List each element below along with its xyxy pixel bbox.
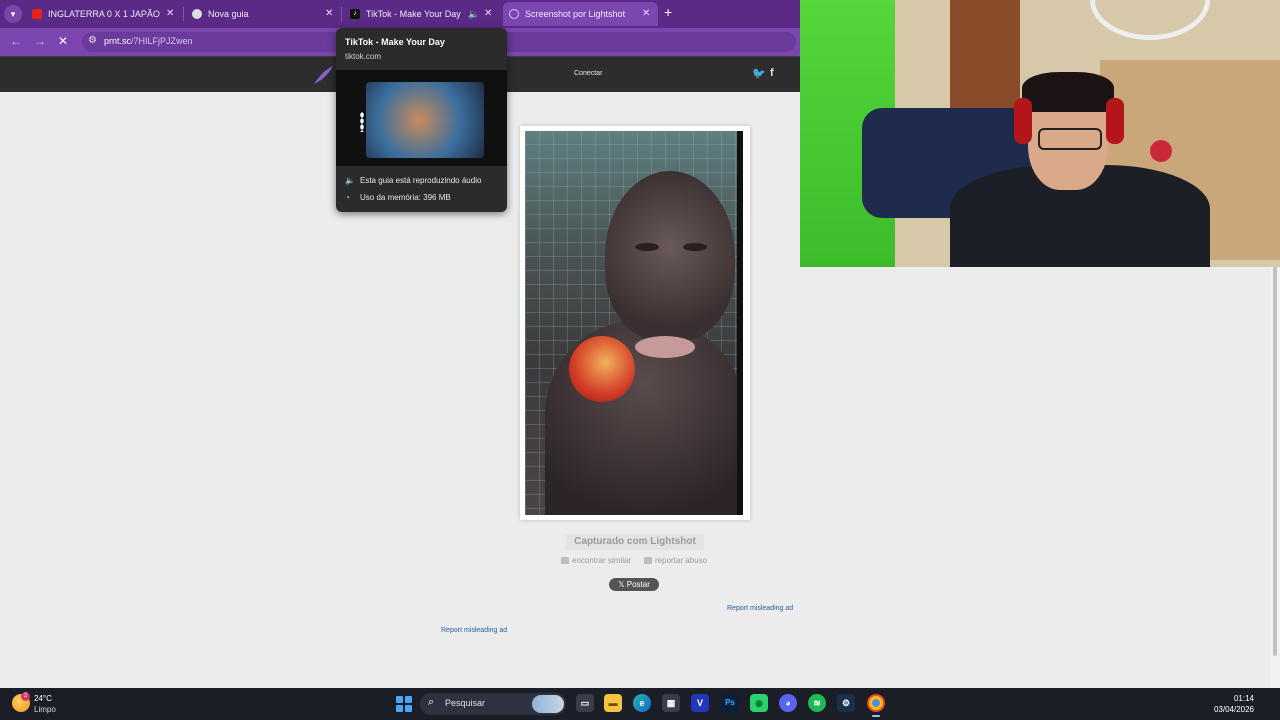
system-clock[interactable]: 01:14 03/04/2026 bbox=[1214, 693, 1254, 715]
search-placeholder: Pesquisar bbox=[445, 698, 486, 708]
screenshot-image[interactable] bbox=[525, 131, 743, 515]
memory-icon: ◔ bbox=[345, 193, 350, 202]
search-highlight-image bbox=[532, 695, 564, 713]
hover-card-title: TikTok - Make Your Day bbox=[345, 37, 445, 47]
twitter-icon[interactable]: 🐦 bbox=[752, 67, 766, 80]
chrome-icon bbox=[192, 9, 202, 19]
audio-status: 🔈 Esta guia está reproduzindo áudio bbox=[345, 176, 481, 185]
report-ad-link[interactable]: Report misleading ad bbox=[441, 627, 507, 634]
taskbar-search[interactable]: ⌕ Pesquisar bbox=[420, 693, 566, 715]
search-icon: ⌕ bbox=[428, 696, 435, 708]
gorilla-eye bbox=[635, 243, 659, 251]
back-icon[interactable]: ← bbox=[10, 34, 22, 48]
close-tab-icon[interactable]: ✕ bbox=[642, 2, 650, 26]
hover-card-thumbnail bbox=[336, 70, 507, 166]
report-abuse-link[interactable]: reportar abuso bbox=[644, 556, 707, 565]
captured-caption: Capturado com Lightshot bbox=[566, 534, 704, 550]
headset bbox=[1106, 98, 1124, 144]
tab-divider bbox=[341, 7, 342, 21]
app-green-icon[interactable]: ◉ bbox=[750, 694, 768, 712]
windows-start-icon[interactable] bbox=[396, 696, 412, 712]
report-ad-link[interactable]: Report misleading ad bbox=[727, 605, 793, 612]
url-path: /7HILFjPJZwen bbox=[131, 36, 193, 46]
gorilla-head bbox=[605, 171, 735, 341]
stop-loading-icon[interactable]: ✕ bbox=[58, 34, 68, 48]
trash-icon bbox=[644, 557, 652, 564]
tab-search-menu-icon[interactable]: ▾ bbox=[4, 5, 22, 23]
dots-indicator bbox=[360, 112, 364, 132]
room-door bbox=[950, 0, 1020, 120]
find-similar-label: encontrar similar bbox=[572, 556, 632, 565]
forward-icon[interactable]: → bbox=[34, 34, 46, 48]
tab-label: INGLATERRA 0 X 1 JAPÃO | ME bbox=[48, 9, 160, 19]
close-tab-icon[interactable]: ✕ bbox=[325, 2, 333, 26]
apple bbox=[1150, 140, 1172, 162]
image-icon bbox=[561, 557, 569, 564]
notification-badge: 2 bbox=[21, 692, 30, 701]
thumbnail-image bbox=[366, 82, 484, 158]
clock-date: 03/04/2026 bbox=[1213, 705, 1254, 714]
apple bbox=[569, 336, 635, 402]
find-similar-link[interactable]: encontrar similar bbox=[561, 556, 631, 565]
file-explorer-icon[interactable]: ▬ bbox=[604, 694, 622, 712]
post-on-x-button[interactable]: 𝕏 Postar bbox=[609, 578, 659, 591]
lightshot-logo-icon[interactable] bbox=[312, 65, 334, 85]
url-text[interactable]: prnt.sc/7HILFjPJZwen bbox=[104, 36, 193, 46]
tab-lightshot[interactable]: Screenshot por Lightshot ✕ bbox=[503, 2, 658, 26]
headset bbox=[1014, 98, 1032, 144]
glasses bbox=[1038, 128, 1102, 150]
hover-card-host: tiktok.com bbox=[345, 52, 382, 61]
tab-divider bbox=[183, 7, 184, 21]
chrome-icon[interactable] bbox=[867, 694, 885, 717]
report-abuse-label: reportar abuso bbox=[655, 556, 708, 565]
weather-description[interactable]: Limpo bbox=[34, 705, 56, 714]
steam-icon[interactable]: ⚙ bbox=[837, 694, 855, 712]
memory-status-text: Uso da memória: 396 MB bbox=[360, 193, 451, 202]
close-tab-icon[interactable]: ✕ bbox=[166, 2, 174, 26]
browser-tab-bar: ▾ INGLATERRA 0 X 1 JAPÃO | ME ✕ Nova gui… bbox=[0, 0, 800, 28]
windows-taskbar: 2 24°C Limpo ⌕ Pesquisar ▭ ▬ e ▦ V Ps ◉ … bbox=[0, 688, 1280, 720]
url-host: prnt.sc bbox=[104, 36, 132, 46]
photoshop-icon[interactable]: Ps bbox=[721, 694, 739, 712]
new-tab-icon[interactable]: + bbox=[664, 4, 672, 20]
task-view-icon[interactable]: ▭ bbox=[576, 694, 594, 712]
connect-link[interactable]: Conectar bbox=[574, 70, 602, 77]
streamer-hair bbox=[1022, 72, 1114, 112]
site-info-icon[interactable]: ⚙ bbox=[88, 35, 97, 46]
tiktok-icon: ♪ bbox=[350, 9, 360, 19]
tab-tiktok[interactable]: ♪ TikTok - Make Your Day 🔈 ✕ bbox=[344, 2, 500, 26]
webcam-overlay bbox=[800, 0, 1280, 267]
facebook-icon[interactable]: f bbox=[770, 67, 774, 79]
lightshot-icon bbox=[509, 9, 519, 19]
audio-status-text: Esta guia está reproduzindo áudio bbox=[360, 176, 482, 185]
speaker-icon: 🔈 bbox=[345, 176, 355, 185]
tab-youtube[interactable]: INGLATERRA 0 X 1 JAPÃO | ME ✕ bbox=[26, 2, 181, 26]
vegas-icon[interactable]: V bbox=[691, 694, 709, 712]
gorilla-eye bbox=[683, 243, 707, 251]
memory-status: ◔ Uso da memória: 396 MB bbox=[345, 193, 451, 202]
tab-label: Nova guia bbox=[208, 9, 249, 19]
tab-label: Screenshot por Lightshot bbox=[525, 9, 626, 19]
weather-temperature[interactable]: 24°C bbox=[34, 694, 52, 703]
image-edge bbox=[737, 131, 743, 515]
tab-hover-card: TikTok - Make Your Day tiktok.com 🔈 Esta … bbox=[336, 28, 507, 212]
edge-icon[interactable]: e bbox=[633, 694, 651, 712]
tab-label: TikTok - Make Your Day bbox=[366, 9, 461, 19]
close-tab-icon[interactable]: ✕ bbox=[484, 2, 492, 26]
store-icon[interactable]: ▦ bbox=[662, 694, 680, 712]
spotify-icon[interactable]: ≋ bbox=[808, 694, 826, 712]
discord-icon[interactable]: ◕ bbox=[779, 694, 797, 712]
tab-new-tab[interactable]: Nova guia ✕ bbox=[186, 2, 341, 26]
gorilla-mouth bbox=[635, 336, 695, 358]
speaker-icon[interactable]: 🔈 bbox=[468, 2, 479, 26]
youtube-icon bbox=[32, 9, 42, 19]
clock-time: 01:14 bbox=[1233, 694, 1254, 703]
